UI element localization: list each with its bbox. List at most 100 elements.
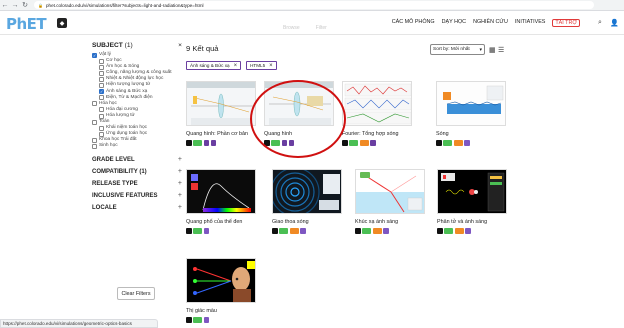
expand-plus-icon[interactable]: + [178, 156, 182, 163]
sim-thumbnail[interactable] [272, 169, 342, 214]
expand-plus-icon[interactable]: + [178, 192, 182, 199]
result-count: 9 Kết quả [186, 44, 219, 53]
subject-count: (1) [124, 42, 133, 49]
subject-tree: ✓ Vật lý Cơ học Âm học & Sóng Công, năng lượ… [92, 52, 182, 150]
sim-title[interactable]: Quang hình: Phần cơ bản [186, 131, 256, 137]
search-icon[interactable]: ⌕ [598, 19, 602, 27]
url-text: phet.colorado.edu/vi/simulations/filter?… [45, 2, 204, 8]
sort-select[interactable]: Sort by: Mới nhất ▾ [430, 44, 485, 55]
filter-sidebar: SUBJECT (1) × ✓ Vật lý Cơ học Âm học & Sóng… [92, 42, 182, 211]
checkbox-icon[interactable] [99, 107, 104, 113]
browser-address-bar: ← → ↻ 🔒 phet.colorado.edu/vi/simulations… [0, 0, 624, 11]
account-icon[interactable]: 👤 [610, 19, 619, 27]
sim-title[interactable]: Quang phổ của thể đen [186, 219, 256, 225]
filter-section-header[interactable]: RELEASE TYPE + [92, 180, 182, 187]
sim-thumbnail[interactable] [437, 169, 507, 214]
sim-card[interactable]: Khúc xạ ánh sáng [355, 169, 425, 234]
forward-icon[interactable]: → [10, 0, 20, 10]
back-icon[interactable]: ← [0, 0, 10, 10]
tab-filter[interactable]: Filter [316, 25, 327, 31]
sim-title[interactable]: Thị giác màu [186, 308, 256, 314]
list-view-icon[interactable]: ☰ [498, 46, 504, 54]
filter-section-title: GRADE LEVEL [92, 156, 135, 163]
sim-title[interactable]: Phân tử và ánh sáng [437, 219, 507, 225]
reload-icon[interactable]: ↻ [20, 0, 30, 10]
active-filter-chips: Ánh sáng & Bức xạ × HTML5 × [186, 61, 277, 70]
sim-title[interactable]: Fourier: Tổng hợp sóng [342, 131, 412, 137]
sim-card[interactable]: Phân tử và ánh sáng [437, 169, 507, 234]
tab-browse[interactable]: Browse [283, 25, 300, 31]
faded-tabs: Browse Filter [283, 25, 327, 31]
status-bar-url: https://phet.colorado.edu/vi/simulations… [0, 319, 158, 328]
url-field[interactable]: 🔒 phet.colorado.edu/vi/simulations/filte… [34, 1, 594, 9]
sim-card[interactable]: Quang phổ của thể đen [186, 169, 256, 234]
cu-boulder-logo-icon[interactable]: ◆ [57, 18, 67, 28]
grid-view-icon[interactable]: ▦ [489, 46, 496, 54]
checkbox-icon[interactable] [99, 58, 104, 64]
donate-button[interactable]: TÀI TRỢ [552, 19, 580, 27]
subject-filter-label: Hóa lượng tử [106, 112, 135, 118]
checkbox-icon[interactable] [92, 119, 97, 125]
highlight-circle [250, 80, 346, 158]
sim-card[interactable]: Quang hình: Phần cơ bản [186, 81, 256, 146]
filter-sections: GRADE LEVEL + COMPATIBILITY (1) + RELEASE TY… [92, 156, 182, 212]
remove-chip-icon[interactable]: × [269, 63, 273, 69]
badges [186, 317, 256, 323]
checkbox-icon[interactable] [99, 64, 104, 70]
filter-section-header[interactable]: LOCALE + [92, 204, 182, 212]
sim-thumbnail[interactable] [342, 81, 412, 126]
checkbox-icon[interactable] [99, 70, 104, 76]
checkbox-checked-icon[interactable]: ✓ [99, 89, 104, 95]
expand-plus-icon[interactable]: + [178, 168, 182, 175]
collapse-close-icon[interactable]: × [178, 42, 182, 49]
checkbox-icon[interactable] [92, 137, 97, 143]
checkbox-icon[interactable] [99, 76, 104, 82]
sim-thumbnail[interactable] [186, 81, 256, 126]
subject-title: SUBJECT [92, 42, 123, 49]
checkbox-icon[interactable] [99, 113, 104, 119]
filter-chip: HTML5 × [246, 61, 277, 70]
chip-label: HTML5 [250, 63, 266, 68]
nav-initiatives[interactable]: INITIATIVES [515, 19, 545, 27]
sim-thumbnail[interactable] [186, 169, 256, 214]
site-header: PhET ◆ CÁC MÔ PHỎNG DẠY HỌC NGHIÊN CỨU I… [0, 11, 624, 35]
filter-section-header[interactable]: INCLUSIVE FEATURES + [92, 192, 182, 200]
sim-card[interactable]: Giao thoa sóng [272, 169, 342, 234]
checkbox-icon[interactable] [92, 101, 97, 107]
badges [342, 140, 412, 146]
subject-header[interactable]: SUBJECT (1) × [92, 42, 182, 49]
filter-chip: Ánh sáng & Bức xạ × [186, 61, 242, 70]
sim-title[interactable]: Khúc xạ ánh sáng [355, 219, 425, 225]
remove-chip-icon[interactable]: × [234, 63, 238, 69]
badges [437, 228, 507, 234]
filter-section-header[interactable]: GRADE LEVEL + [92, 156, 182, 163]
filter-section-title: LOCALE [92, 205, 117, 212]
badges [186, 140, 256, 146]
phet-logo[interactable]: PhET [6, 15, 47, 33]
checkbox-icon[interactable] [99, 95, 104, 101]
checkbox-icon[interactable] [99, 83, 104, 89]
sim-thumbnail[interactable] [355, 169, 425, 214]
checkbox-icon[interactable] [92, 144, 97, 149]
clear-filters-button[interactable]: Clear Filters [117, 287, 155, 300]
sort-label: Sort by: Mới nhất [433, 47, 470, 52]
sim-card[interactable]: Sóng [436, 81, 506, 146]
sim-title[interactable]: Sóng [436, 131, 506, 137]
expand-plus-icon[interactable]: + [178, 180, 182, 187]
sim-thumbnail[interactable] [186, 258, 256, 303]
filter-section-title: INCLUSIVE FEATURES [92, 193, 158, 200]
sim-card[interactable]: Thị giác màu [186, 258, 256, 323]
nav-teaching[interactable]: DẠY HỌC [442, 19, 466, 27]
nav-research[interactable]: NGHIÊN CỨU [473, 19, 508, 27]
nav-simulations[interactable]: CÁC MÔ PHỎNG [392, 19, 435, 27]
expand-plus-icon[interactable]: + [178, 204, 182, 211]
sim-card[interactable]: Fourier: Tổng hợp sóng [342, 81, 412, 146]
checkbox-icon[interactable] [99, 125, 104, 131]
checkbox-checked-icon[interactable]: ✓ [92, 52, 97, 58]
sim-thumbnail[interactable] [436, 81, 506, 126]
badges [272, 228, 342, 234]
lock-icon: 🔒 [38, 2, 43, 8]
filter-section-header[interactable]: COMPATIBILITY (1) + [92, 168, 182, 175]
sim-title[interactable]: Giao thoa sóng [272, 219, 342, 225]
subject-filter-row[interactable]: Sinh học [92, 143, 182, 149]
